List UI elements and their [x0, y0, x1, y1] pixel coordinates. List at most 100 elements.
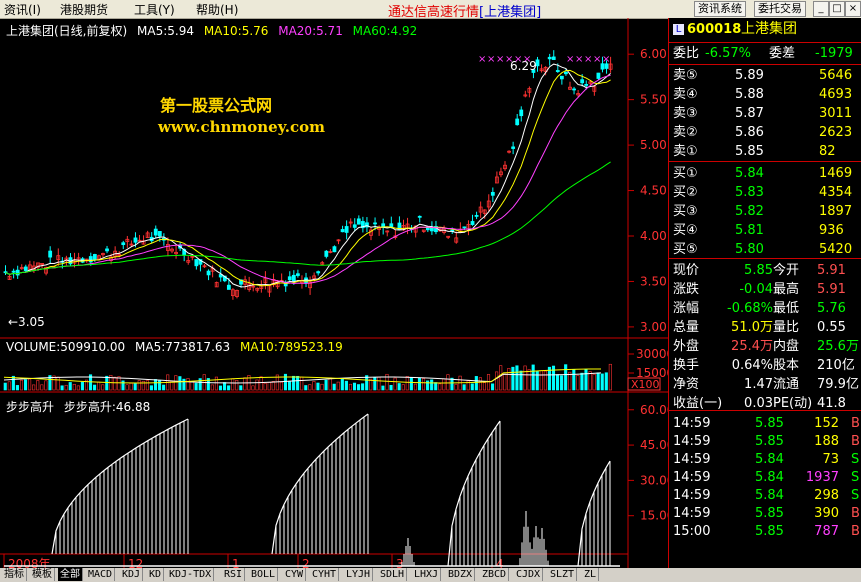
candle — [291, 274, 296, 282]
volume-bar — [113, 376, 117, 391]
volume-bar — [97, 381, 101, 391]
tab-rsi[interactable]: RSI — [222, 568, 246, 581]
volume-bar — [40, 384, 44, 391]
volume-bar — [28, 378, 32, 391]
tab-bdzx[interactable]: BDZX — [446, 568, 476, 581]
candle — [555, 70, 560, 72]
tick-time: 15:00 — [673, 524, 711, 539]
tab-boll[interactable]: BOLL — [249, 568, 279, 581]
ask-label: 卖⑤ — [673, 68, 698, 83]
minimize-button[interactable]: _ — [813, 1, 829, 17]
stat-label: 外盘 — [673, 339, 700, 354]
maximize-button[interactable]: □ — [829, 1, 845, 17]
indicator-tick-label: 60.00 — [640, 403, 668, 417]
tab-kd[interactable]: KD — [147, 568, 165, 581]
close-button[interactable]: × — [845, 1, 861, 17]
tab-sdlh[interactable]: SDLH — [378, 568, 408, 581]
tab-cyw[interactable]: CYW — [283, 568, 307, 581]
stat-label: 总量 — [673, 320, 700, 335]
tab-模板[interactable]: 模板 — [30, 568, 55, 581]
volume-bar — [60, 385, 64, 391]
tab-slzt[interactable]: SLZT — [548, 568, 578, 581]
chart-area[interactable]: 6.005.505.004.504.003.503.003000015000X1… — [0, 18, 668, 574]
price-tick-label: 4.50 — [640, 184, 667, 198]
candle — [11, 270, 16, 273]
volume-bar — [401, 384, 405, 391]
volume-bar — [308, 384, 312, 391]
volume-bar — [336, 381, 340, 391]
volume-bar — [405, 376, 409, 391]
volume-bar — [340, 378, 344, 391]
volume-bar — [482, 382, 487, 391]
bid-label: 买④ — [673, 223, 698, 238]
volume-bar — [149, 385, 153, 391]
menu-hk-futures[interactable]: 港股期货 — [60, 1, 108, 18]
tab-lhxj[interactable]: LHXJ — [412, 568, 442, 581]
volume-bar — [324, 379, 328, 391]
candle — [580, 79, 585, 84]
stat-value: 41.8 — [817, 396, 846, 411]
ask-label: 卖① — [673, 144, 698, 159]
kline-chart[interactable]: 6.005.505.004.504.003.503.003000015000X1… — [0, 18, 668, 574]
volume-bar — [182, 378, 186, 391]
volume-bar — [80, 381, 84, 391]
candle — [511, 146, 516, 149]
volume-bar — [608, 363, 612, 391]
volume-bar — [556, 374, 560, 391]
volume-bar — [210, 384, 214, 391]
signal-marker: × — [487, 54, 495, 65]
tab-全部[interactable]: 全部 — [58, 568, 83, 581]
tab-zbcd[interactable]: ZBCD — [480, 568, 510, 581]
tab-zl[interactable]: ZL — [582, 568, 600, 581]
menu-news[interactable]: 资讯(I) — [4, 1, 41, 18]
volume-bar — [328, 377, 332, 391]
stat-value: 1.47 — [744, 377, 773, 392]
stat-row: 换手 0.64% 股本 210亿 — [669, 356, 861, 375]
trade-button[interactable]: 委托交易 — [754, 1, 806, 17]
candle — [572, 88, 576, 91]
bid-label: 买③ — [673, 204, 698, 219]
menu-help[interactable]: 帮助(H) — [196, 1, 238, 18]
volume-bar — [235, 380, 239, 391]
volume-bar — [267, 382, 271, 391]
tab-指标[interactable]: 指标 — [2, 568, 27, 581]
stat-value: 0.64% — [731, 358, 773, 373]
legend-ma5: MA5:5.94 — [137, 24, 194, 38]
menu-tools[interactable]: 工具(Y) — [134, 1, 175, 18]
volume-bar — [397, 383, 401, 391]
candle — [564, 71, 568, 75]
tab-macd[interactable]: MACD — [86, 568, 116, 581]
volume-bar — [474, 376, 478, 391]
volume-bar — [543, 370, 547, 391]
news-system-button[interactable]: 资讯系统 — [694, 1, 746, 17]
tab-lyjh[interactable]: LYJH — [344, 568, 374, 581]
tick-row: 14:59 5.84 1937 S — [669, 468, 861, 487]
tick-row: 15:00 5.85 787 B — [669, 522, 861, 541]
volume-bar — [434, 382, 438, 391]
ask-label: 卖④ — [673, 87, 698, 102]
weibi-row: 委比 -6.57% 委差 -1979 — [673, 46, 853, 61]
ask-volume: 3011 — [819, 106, 853, 121]
tick-volume: 787 — [814, 524, 839, 539]
price-tick-label: 5.00 — [640, 138, 667, 152]
signal-marker: × — [593, 54, 601, 65]
tab-kdj[interactable]: KDJ — [120, 568, 144, 581]
tick-row: 14:59 5.84 73 S — [669, 450, 861, 469]
volume-bar — [312, 381, 316, 391]
price-tick-label: 6.00 — [640, 47, 667, 61]
tab-cjdx[interactable]: CJDX — [514, 568, 544, 581]
tab-kdj-tdx[interactable]: KDJ-TDX — [167, 568, 215, 581]
volume-bar — [162, 384, 166, 391]
price-tick-label: 3.50 — [640, 274, 667, 288]
volume-bar — [36, 380, 40, 391]
ask-volume: 82 — [819, 144, 836, 159]
bid-volume: 1897 — [819, 204, 853, 219]
tick-time: 14:59 — [673, 452, 711, 467]
tick-row: 14:59 5.85 188 B — [669, 432, 861, 451]
volume-bar — [332, 383, 336, 391]
candle — [515, 118, 520, 126]
volume-bar — [588, 371, 592, 391]
volume-bar — [373, 377, 377, 391]
ask-label: 卖② — [673, 125, 698, 140]
tab-cyht[interactable]: CYHT — [310, 568, 340, 581]
